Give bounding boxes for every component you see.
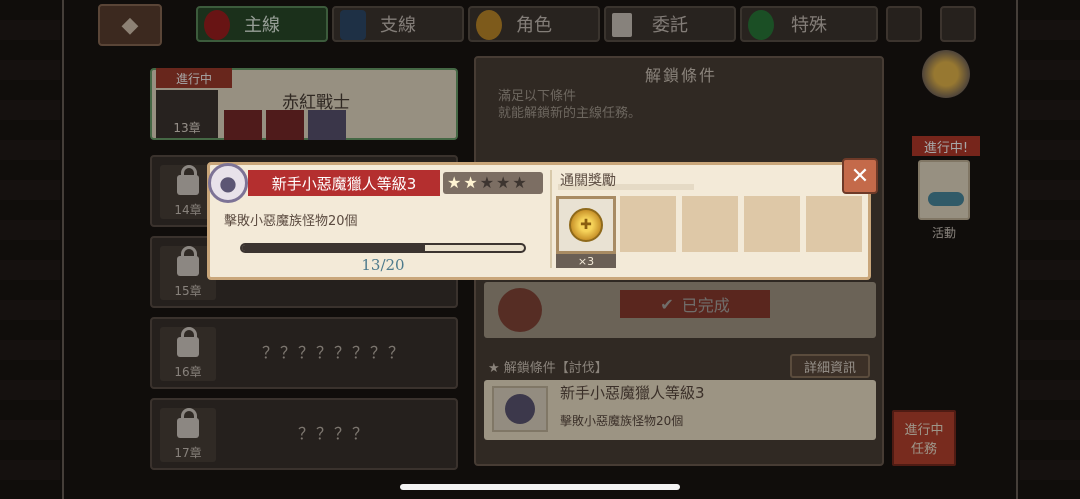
gold-coin-icon: ✚	[569, 208, 603, 242]
mission-title: 新手小惡魔獵人等級3	[248, 170, 440, 196]
close-button[interactable]: ✕	[842, 158, 878, 194]
progress-fill	[242, 245, 426, 251]
difficulty-stars: ★ ★ ★ ★ ★	[443, 172, 543, 194]
star-filled-icon: ★	[447, 173, 462, 192]
star-filled-icon: ★	[463, 173, 478, 192]
reward-quantity: ×3	[556, 254, 616, 268]
star-empty-icon: ★	[479, 173, 495, 192]
reward-title: 通關獎勵	[560, 173, 616, 189]
reward-slot-empty	[806, 196, 862, 252]
cat-icon: ●	[219, 171, 237, 195]
monster-avatar: ●	[208, 163, 248, 203]
close-icon: ✕	[850, 163, 870, 189]
progress-bar	[240, 243, 526, 253]
reward-slot-coin[interactable]: ✚	[556, 196, 616, 254]
reward-slot-empty	[682, 196, 738, 252]
star-empty-icon: ★	[512, 173, 527, 192]
reward-slot-empty	[744, 196, 800, 252]
modal-divider	[550, 170, 552, 268]
star-empty-icon: ★	[496, 173, 511, 192]
progress-text: 13/20	[361, 256, 405, 274]
reward-slot-empty	[620, 196, 676, 252]
mission-description: 擊敗小惡魔族怪物20個	[224, 214, 358, 229]
home-indicator[interactable]	[400, 484, 680, 490]
